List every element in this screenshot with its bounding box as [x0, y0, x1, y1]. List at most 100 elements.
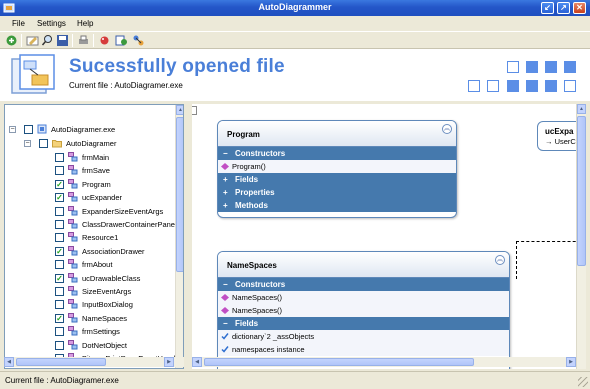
tree-class-item[interactable]: frmSave	[5, 164, 175, 177]
tree-class-item[interactable]: ✓ Program	[5, 178, 175, 191]
class-box-program[interactable]: Program ︽ − Constructors Program() + Fie…	[217, 120, 457, 218]
open-icon[interactable]	[5, 34, 18, 47]
diagram-horizontal-scrollbar[interactable]: ◀ ▶	[192, 357, 576, 367]
tree-checkbox[interactable]	[55, 340, 64, 350]
tree-class-label: AssociationDrawer	[82, 246, 145, 256]
scroll-left-arrow[interactable]: ◀	[192, 357, 202, 367]
section-constructors[interactable]: − Constructors	[218, 147, 456, 160]
tree-checkbox[interactable]	[24, 125, 33, 134]
scroll-up-arrow[interactable]: ▲	[577, 104, 586, 114]
class-icon	[68, 245, 78, 256]
tree-class-item[interactable]: ✓ AssociationDrawer	[5, 245, 175, 258]
collapse-icon[interactable]: −	[24, 140, 31, 147]
scroll-left-arrow[interactable]: ◀	[4, 357, 14, 367]
tree-class-item[interactable]: frmAbout	[5, 258, 175, 271]
member-row: namespaces instance	[218, 343, 509, 356]
decorative-square	[468, 80, 480, 92]
class-box-namespaces[interactable]: NameSpaces ︽ − Constructors NameSpaces()…	[217, 251, 510, 369]
scroll-thumb[interactable]	[577, 116, 586, 266]
tree-checkbox[interactable]	[39, 139, 48, 148]
tree-class-item[interactable]: SizeEventArgs	[5, 285, 175, 298]
scroll-right-arrow[interactable]: ▶	[566, 357, 576, 367]
diagram-vertical-scrollbar[interactable]: ▲	[576, 104, 586, 369]
tree-checkbox[interactable]	[55, 327, 64, 337]
tree-class-label: NameSpaces	[82, 313, 128, 323]
tree-class-item[interactable]: ✓ NameSpaces	[5, 312, 175, 325]
method-icon	[221, 307, 229, 314]
section-methods[interactable]: + Methods	[218, 199, 456, 212]
status-bar: Current file : AutoDiagramer.exe	[0, 371, 590, 389]
tree-checkbox[interactable]	[55, 300, 64, 310]
tree-class-item[interactable]: ClassDrawerContainerPanel	[5, 218, 177, 231]
tree-checkbox[interactable]: ✓	[55, 193, 64, 203]
print-icon[interactable]	[77, 34, 90, 47]
collapse-icon[interactable]: −	[9, 126, 16, 133]
tree-checkbox[interactable]	[55, 220, 64, 229]
member-row: NameSpaces()	[218, 291, 509, 304]
settings-icon[interactable]	[26, 34, 39, 47]
method-icon	[221, 294, 229, 301]
decorative-square	[507, 61, 519, 73]
header-banner: Sucessfully opened file Current file : A…	[0, 49, 590, 101]
tree-class-label: ucExpander	[82, 193, 123, 203]
scroll-up-arrow[interactable]: ▲	[176, 105, 183, 115]
page-title: Sucessfully opened file	[69, 56, 285, 77]
scroll-thumb[interactable]	[16, 358, 106, 366]
tree-checkbox[interactable]: ✓	[55, 273, 64, 283]
minus-icon: −	[223, 319, 228, 328]
tree-checkbox[interactable]	[55, 166, 64, 176]
class-base: → UserC	[545, 137, 576, 146]
scroll-thumb[interactable]	[204, 358, 474, 366]
resize-grip[interactable]	[578, 377, 588, 387]
section-constructors[interactable]: − Constructors	[218, 278, 509, 291]
diagram-canvas[interactable]: Program ︽ − Constructors Program() + Fie…	[192, 104, 586, 369]
tree-checkbox[interactable]: ✓	[55, 179, 64, 189]
scroll-thumb[interactable]	[176, 117, 183, 272]
tree-root-row[interactable]: − AutoDiagramer.exe	[5, 123, 175, 136]
tree-class-item[interactable]: frmSettings	[5, 325, 175, 338]
tree-checkbox[interactable]	[55, 233, 64, 243]
tree-namespace-row[interactable]: − AutoDiagramer	[5, 137, 175, 150]
section-properties[interactable]: + Properties	[218, 186, 456, 199]
tree-class-item[interactable]: ExpanderSizeEventArgs	[5, 205, 175, 218]
diagram-toggle-icon[interactable]	[192, 106, 197, 115]
tree-class-item[interactable]: ✓ ucDrawableClass	[5, 272, 175, 285]
collapse-chevron-icon[interactable]: ︽	[442, 124, 452, 134]
tree-class-item[interactable]: Resource1	[5, 231, 175, 244]
menu-file[interactable]: File	[12, 19, 25, 28]
close-button[interactable]: ✕	[573, 2, 586, 14]
minimize-button[interactable]: ↙	[541, 2, 554, 14]
maximize-button[interactable]: ↗	[557, 2, 570, 14]
tree-class-item[interactable]: InputBoxDialog	[5, 298, 175, 311]
scroll-right-arrow[interactable]: ▶	[164, 357, 174, 367]
search-icon[interactable]	[41, 34, 54, 47]
tree-horizontal-scrollbar[interactable]: ◀ ▶	[4, 357, 184, 367]
tree-checkbox[interactable]	[55, 206, 64, 216]
app-logo	[11, 54, 55, 94]
menu-settings[interactable]: Settings	[37, 19, 66, 28]
tree-class-item[interactable]: ✓ ucExpander	[5, 191, 175, 204]
tree-checkbox[interactable]: ✓	[55, 246, 64, 256]
tree-checkbox[interactable]: ✓	[55, 313, 64, 323]
tree-vertical-scrollbar[interactable]: ▲	[175, 105, 183, 368]
assembly-tree[interactable]: − AutoDiagramer.exe − AutoDiagramer frmM…	[4, 104, 184, 369]
collapse-chevron-icon[interactable]: ︽	[495, 255, 505, 265]
connect-icon[interactable]	[132, 34, 145, 47]
refresh-icon[interactable]	[115, 34, 128, 47]
section-fields[interactable]: − Fields	[218, 317, 509, 330]
member-row: dictionary`2 _assObjects	[218, 330, 509, 343]
save-icon[interactable]	[56, 34, 69, 47]
menu-bar: File Settings Help	[0, 16, 590, 31]
tree-checkbox[interactable]	[55, 287, 64, 296]
bug-icon[interactable]	[98, 34, 111, 47]
decorative-square	[545, 80, 557, 92]
decorative-square	[526, 61, 538, 73]
menu-help[interactable]: Help	[77, 19, 93, 28]
tree-checkbox[interactable]	[55, 260, 64, 270]
class-icon	[68, 286, 78, 296]
tree-class-item[interactable]: frmMain	[5, 151, 175, 164]
tree-checkbox[interactable]	[55, 153, 64, 162]
tree-class-item[interactable]: DotNetObject	[5, 339, 175, 352]
panel-splitter[interactable]	[184, 104, 192, 369]
section-fields[interactable]: + Fields	[218, 173, 456, 186]
